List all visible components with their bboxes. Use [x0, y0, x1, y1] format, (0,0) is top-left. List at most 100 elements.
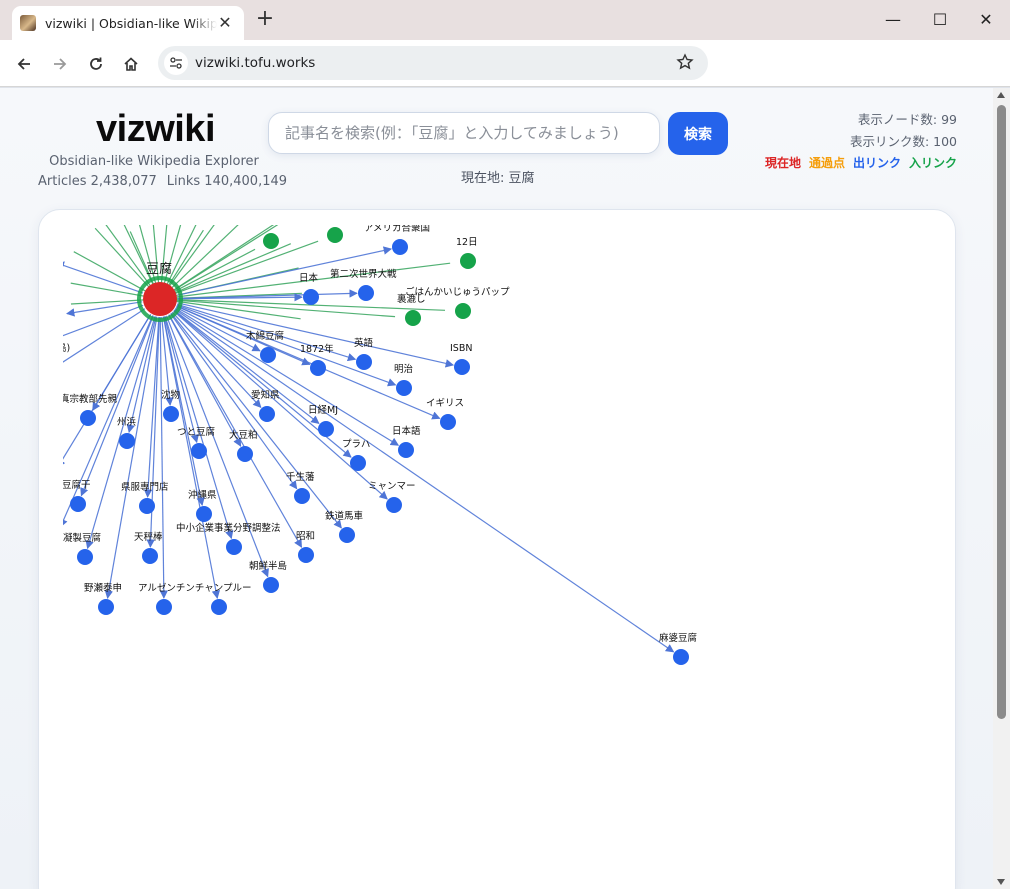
outgoing-node[interactable] [392, 239, 408, 255]
outgoing-node-label: 日本 [299, 272, 319, 284]
dataset-stats: Articles 2,438,077 Links 140,400,149 [38, 174, 287, 189]
app-tagline: Obsidian-like Wikipedia Explorer [49, 154, 259, 169]
outgoing-node[interactable] [196, 506, 212, 522]
outgoing-node[interactable] [211, 599, 227, 615]
tab-title: vizwiki | Obsidian-like Wikipedia Explor… [45, 15, 217, 31]
reload-icon[interactable] [82, 50, 110, 78]
legend-waypoint: 通過点 [808, 156, 845, 170]
outgoing-node[interactable] [303, 289, 319, 305]
incoming-node[interactable] [327, 227, 343, 243]
outgoing-node[interactable] [98, 599, 114, 615]
incoming-node[interactable] [460, 253, 476, 269]
outgoing-node[interactable] [398, 442, 414, 458]
current-location: 現在地: 豆腐 [461, 171, 535, 186]
outgoing-edge [159, 316, 168, 599]
scroll-up-icon[interactable] [997, 92, 1005, 98]
outgoing-node[interactable] [318, 421, 334, 437]
current-node-label: 豆腐 [146, 262, 172, 277]
incoming-node-label: ごはんかいじゅうパップ [405, 286, 510, 298]
article-search-input[interactable] [268, 112, 660, 154]
node-count: 表示ノード数: 99 [857, 112, 957, 127]
outgoing-node-label: アメリカ合衆国 [364, 225, 430, 234]
site-favicon-icon [20, 15, 36, 31]
outgoing-node[interactable] [339, 527, 355, 543]
outgoing-node[interactable] [356, 354, 372, 370]
outgoing-node-label: アルゼンチンチャンプルー [138, 582, 252, 594]
outgoing-edge [126, 316, 157, 434]
window-close-icon[interactable]: ✕ [971, 8, 1001, 32]
outgoing-node[interactable] [294, 488, 310, 504]
outgoing-node[interactable] [454, 359, 470, 375]
outgoing-node[interactable] [142, 548, 158, 564]
bookmark-star-icon[interactable] [676, 53, 694, 75]
outgoing-node[interactable] [139, 498, 155, 514]
minimize-icon[interactable]: — [878, 8, 908, 32]
app-logo[interactable]: vizwiki [96, 108, 216, 151]
outgoing-edge [165, 315, 269, 578]
maximize-icon[interactable]: ☐ [925, 8, 955, 32]
outgoing-node-label: 県服専門店 [121, 481, 169, 493]
outgoing-node-label: ミャンマー [368, 481, 416, 492]
page-scrollbar[interactable] [993, 88, 1010, 889]
outgoing-node[interactable] [156, 599, 172, 615]
outgoing-node-label: プラハ [342, 439, 370, 450]
outgoing-node-label: 中小企業事業分野調整法 [176, 522, 281, 534]
incoming-node[interactable] [405, 310, 421, 326]
outgoing-node-label: 野瀬泰申 [84, 582, 122, 594]
search-button[interactable]: 検索 [668, 112, 728, 155]
scrollbar-thumb[interactable] [997, 105, 1006, 719]
outgoing-node[interactable] [80, 410, 96, 426]
article-count: Articles 2,438,077 [38, 174, 157, 189]
scroll-down-icon[interactable] [997, 879, 1005, 885]
outgoing-node[interactable] [260, 347, 276, 363]
outgoing-node[interactable] [237, 446, 253, 462]
forward-arrow-icon[interactable] [46, 50, 74, 78]
new-tab-icon[interactable]: + [254, 8, 276, 30]
outgoing-node-label: 沖縄県 [188, 489, 217, 501]
outgoing-node-label: 英語 [354, 337, 374, 349]
outgoing-node[interactable] [350, 455, 366, 471]
outgoing-node[interactable] [259, 406, 275, 422]
back-arrow-icon[interactable] [10, 50, 38, 78]
incoming-node[interactable] [455, 303, 471, 319]
outgoing-node[interactable] [226, 539, 242, 555]
page-content: vizwiki Obsidian-like Wikipedia Explorer… [0, 88, 993, 889]
outgoing-node[interactable] [119, 433, 135, 449]
outgoing-node[interactable] [70, 496, 86, 512]
outgoing-node-label: 木綿豆腐 [246, 330, 284, 342]
current-node[interactable] [143, 282, 177, 316]
outgoing-node[interactable] [386, 497, 402, 513]
outgoing-node-label: 日経MJ [308, 404, 338, 416]
legend-incoming: 入リンク [908, 156, 957, 170]
outgoing-node[interactable] [310, 360, 326, 376]
outgoing-node[interactable] [163, 406, 179, 422]
outgoing-node[interactable] [358, 285, 374, 301]
outgoing-node-label: 朝鮮半島 [249, 560, 287, 572]
outgoing-node-label: つと豆腐 [177, 426, 215, 438]
outgoing-node[interactable] [191, 443, 207, 459]
tab-close-icon[interactable]: ✕ [216, 14, 234, 32]
site-info-icon[interactable] [164, 51, 188, 75]
graph-legend: 現在地 通過点 出リンク 入リンク [757, 154, 957, 171]
browser-tab[interactable]: vizwiki | Obsidian-like Wikipedia Explor… [12, 6, 244, 40]
link-count: Links 140,400,149 [166, 174, 288, 189]
outgoing-edge [63, 304, 144, 337]
link-graph[interactable]: 12日裏漉しごはんかいじゅうパップアメリカ合衆国日本 第二次世界大戦木綿豆腐187… [63, 225, 943, 889]
outgoing-node-label: 明治 [394, 363, 413, 375]
outgoing-node[interactable] [673, 649, 689, 665]
outgoing-node-label: 豆腐干 [63, 479, 91, 491]
outgoing-node-label: 昭和 [296, 531, 315, 542]
outgoing-node[interactable] [263, 577, 279, 593]
outgoing-node-label: 沈物 [161, 389, 181, 401]
outgoing-node[interactable] [77, 549, 93, 565]
home-icon[interactable] [117, 50, 145, 78]
outgoing-node[interactable] [440, 414, 456, 430]
outgoing-node-label: 鉄道馬車 [325, 510, 364, 522]
outgoing-node[interactable] [396, 380, 412, 396]
outgoing-node-label: 千生藩 [286, 471, 315, 483]
address-bar[interactable]: vizwiki.tofu.works [158, 46, 708, 80]
outgoing-node-label: 州浜 [117, 417, 137, 428]
outgoing-node-label: 凝製豆腐 [63, 532, 101, 544]
outgoing-node[interactable] [298, 547, 314, 563]
incoming-node[interactable] [263, 233, 279, 249]
